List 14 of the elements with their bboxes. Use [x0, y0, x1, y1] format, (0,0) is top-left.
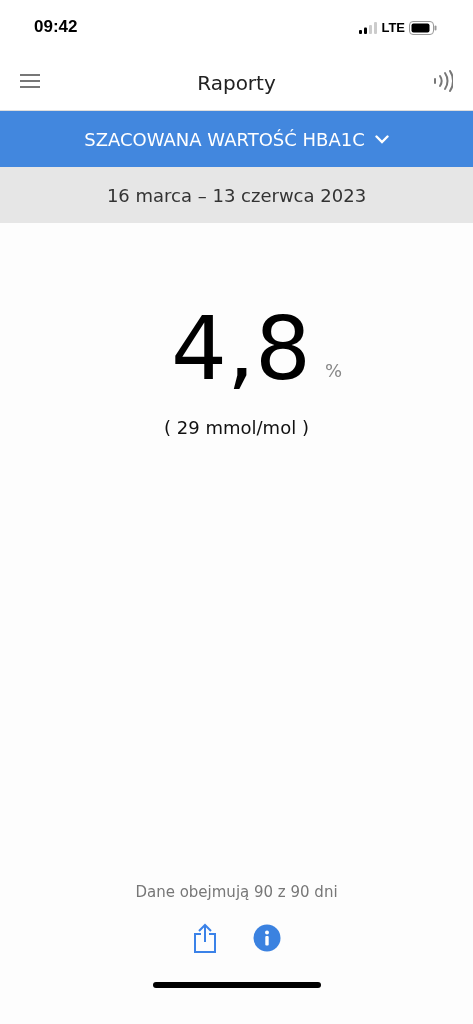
- chevron-down-icon: [374, 134, 389, 144]
- report-dropdown[interactable]: SZACOWANA WARTOŚĆ HBA1C: [0, 111, 473, 167]
- unit-label: %: [324, 360, 343, 381]
- screen-title: Raporty: [197, 70, 276, 95]
- battery-icon: [409, 20, 437, 35]
- share-icon[interactable]: [192, 923, 217, 956]
- network-label: LTE: [381, 20, 405, 35]
- clock: 09:42: [34, 16, 78, 37]
- data-coverage-text: Dane obejmują 90 z 90 dni: [135, 883, 338, 901]
- date-range: 16 marca – 13 czerwca 2023: [106, 184, 367, 206]
- mmol-value: ( 29 mmol/mol ): [164, 417, 309, 438]
- scan-icon[interactable]: [433, 70, 453, 95]
- signal-icon: [359, 21, 378, 34]
- hba1c-value: 4,8: [170, 305, 311, 393]
